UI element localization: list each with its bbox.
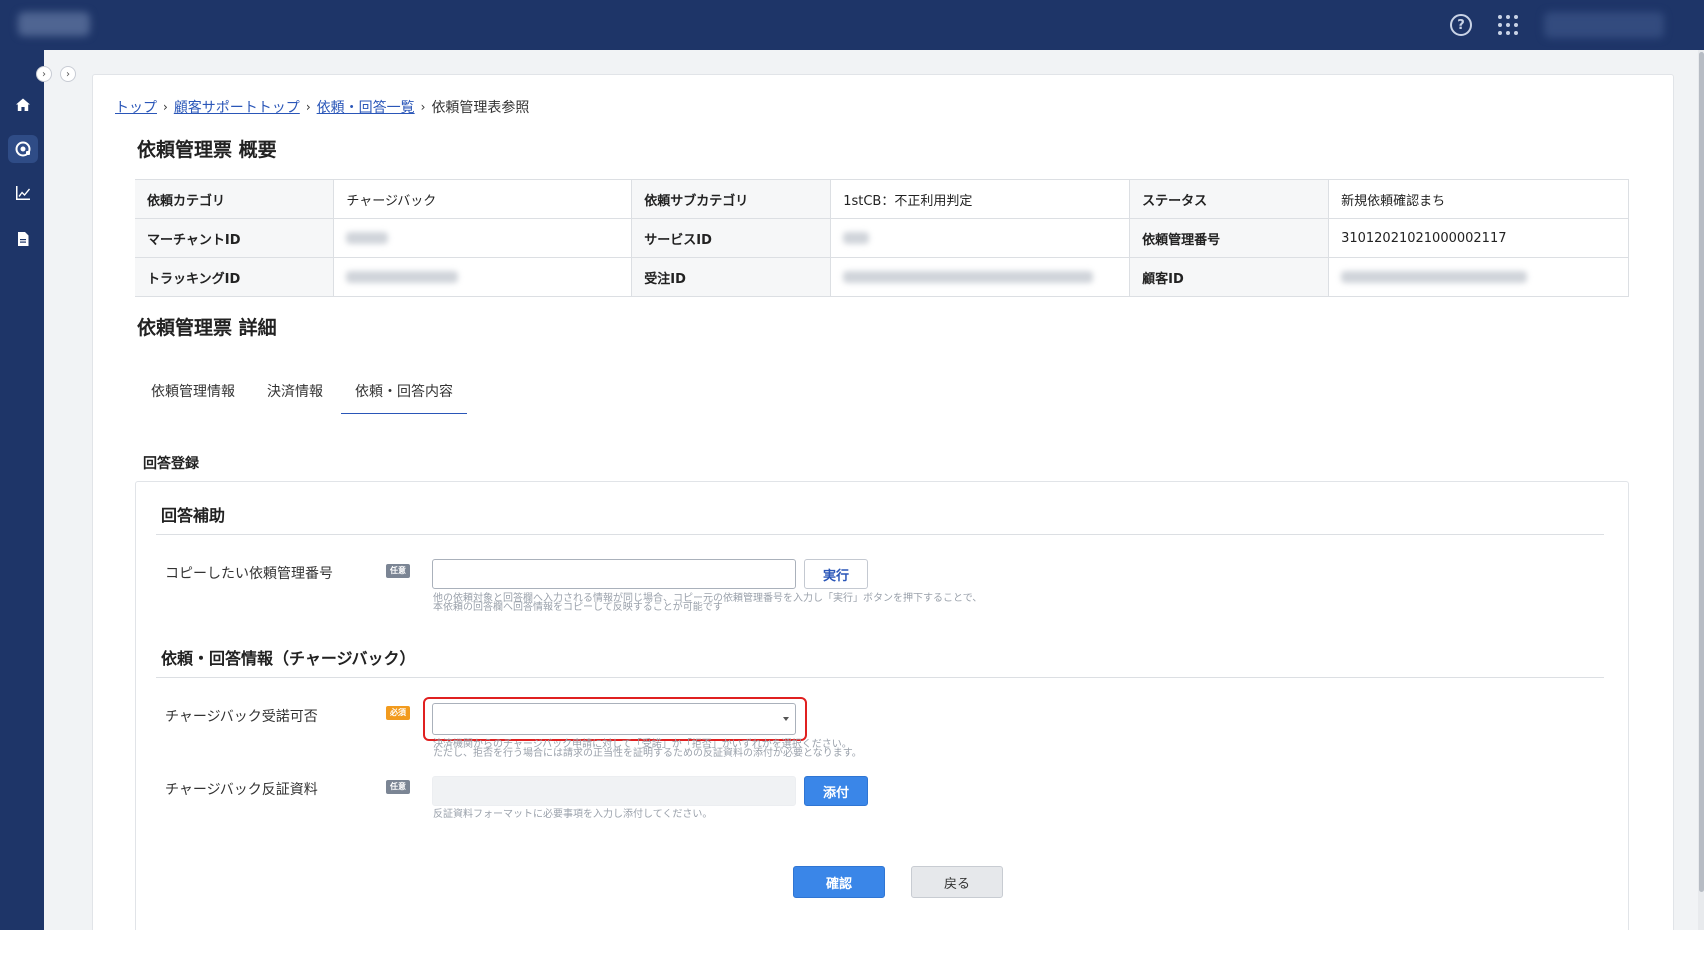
divider <box>156 534 1604 535</box>
label-status: ステータス <box>1129 179 1329 219</box>
value-request-number: 31012021021000002117 <box>1328 218 1629 258</box>
tab-request-info[interactable]: 依頼管理情報 <box>137 371 249 414</box>
accept-help-text-line2: ただし、拒否を行う場合には請求の正当性を証明するための反証資料の添付が必要となり… <box>433 748 862 759</box>
label-request-number: 依頼管理番号 <box>1129 218 1329 258</box>
answer-registration-title: 回答登録 <box>143 456 199 472</box>
chargeback-evidence-label: チャージバック反証資料 <box>165 782 318 798</box>
copy-request-number-input[interactable] <box>432 559 796 589</box>
evidence-help-text: 反証資料フォーマットに必要事項を入力し添付してください。 <box>433 809 713 820</box>
detail-title: 依頼管理票 詳細 <box>137 317 277 339</box>
table-row: マーチャントID サービスID 依頼管理番号 31012021021000002… <box>135 218 1629 258</box>
breadcrumb-link-request-list[interactable]: 依頼・回答一覧 <box>317 97 415 117</box>
detail-tabs: 依頼管理情報 決済情報 依頼・回答内容 <box>137 371 471 414</box>
execute-button[interactable]: 実行 <box>804 559 868 589</box>
value-tracking-id <box>333 257 633 297</box>
sidebar-expand-button[interactable]: › <box>36 66 52 82</box>
copy-help-text-line2: 本依頼の回答欄へ回答情報をコピーして反映することが可能です <box>433 602 723 613</box>
value-order-id <box>830 257 1131 297</box>
optional-badge: 任意 <box>386 564 410 578</box>
label-customer-id: 顧客ID <box>1129 257 1329 297</box>
redacted-value <box>1341 271 1528 283</box>
scrollbar-thumb[interactable] <box>1699 52 1704 892</box>
chart-icon <box>16 186 30 200</box>
top-icons: ? <box>1450 0 1664 50</box>
sidebar-item-analytics[interactable] <box>8 179 38 207</box>
confirm-button[interactable]: 確認 <box>793 866 885 898</box>
label-request-category: 依頼カテゴリ <box>135 179 334 219</box>
caret-down-icon <box>783 717 789 721</box>
table-row: 依頼カテゴリ チャージバック 依頼サブカテゴリ 1stCB：不正利用判定 ステー… <box>135 179 1629 219</box>
label-merchant-id: マーチャントID <box>135 218 334 258</box>
summary-title: 依頼管理票 概要 <box>137 139 277 161</box>
chevron-right-icon: › <box>420 100 426 114</box>
request-answer-info-title: 依頼・回答情報（チャージバック） <box>161 649 416 668</box>
value-request-subcategory: 1stCB：不正利用判定 <box>830 179 1131 219</box>
value-request-category: チャージバック <box>333 179 633 219</box>
optional-badge: 任意 <box>386 780 410 794</box>
breadcrumb-link-support-top[interactable]: 顧客サポートトップ <box>174 97 300 117</box>
label-order-id: 受注ID <box>631 257 831 297</box>
table-row: トラッキングID 受注ID 顧客ID <box>135 257 1629 297</box>
value-status: 新規依頼確認まち <box>1328 179 1629 219</box>
user-menu[interactable] <box>1544 12 1664 38</box>
chevron-right-icon: › <box>66 68 70 80</box>
value-customer-id <box>1328 257 1629 297</box>
apps-grid-icon[interactable] <box>1498 15 1518 35</box>
answer-form-panel: 回答補助 コピーしたい依頼管理番号 任意 実行 他の依頼対象と回答欄へ入力される… <box>135 481 1629 930</box>
app-window: ? › › トップ › 顧客サポートトップ › 依頼・回答一覧 › 依頼管理表参… <box>0 0 1704 930</box>
panel-expand-button[interactable]: › <box>60 66 76 82</box>
sidebar-item-documents[interactable] <box>8 225 38 253</box>
redacted-value <box>346 232 389 244</box>
label-tracking-id: トラッキングID <box>135 257 334 297</box>
redacted-value <box>843 271 1094 283</box>
top-bar: ? <box>0 0 1704 50</box>
label-request-subcategory: 依頼サブカテゴリ <box>631 179 831 219</box>
breadcrumb: トップ › 顧客サポートトップ › 依頼・回答一覧 › 依頼管理表参照 <box>115 97 529 117</box>
chevron-right-icon: › <box>42 68 46 80</box>
document-icon <box>18 232 29 246</box>
chevron-right-icon: › <box>163 100 168 114</box>
chargeback-accept-label: チャージバック受諾可否 <box>165 709 318 725</box>
main-card: トップ › 顧客サポートトップ › 依頼・回答一覧 › 依頼管理表参照 依頼管理… <box>92 74 1674 930</box>
redacted-value <box>346 271 459 283</box>
back-button[interactable]: 戻る <box>911 866 1003 898</box>
redacted-value <box>843 232 870 244</box>
support-icon <box>15 141 31 157</box>
help-circle-icon[interactable]: ? <box>1450 14 1472 36</box>
breadcrumb-current: 依頼管理表参照 <box>431 100 530 116</box>
divider <box>156 677 1604 678</box>
copy-request-number-label: コピーしたい依頼管理番号 <box>165 566 333 582</box>
chevron-right-icon: › <box>305 100 311 114</box>
evidence-file-field <box>432 776 796 806</box>
chargeback-accept-select[interactable] <box>432 703 796 735</box>
attach-button[interactable]: 添付 <box>804 776 868 806</box>
answer-assist-title: 回答補助 <box>161 506 226 525</box>
sidebar <box>0 50 44 930</box>
tab-payment-info[interactable]: 決済情報 <box>253 371 337 414</box>
brand-logo[interactable] <box>18 12 90 36</box>
sidebar-item-support[interactable] <box>8 135 38 163</box>
value-merchant-id <box>333 218 633 258</box>
label-service-id: サービスID <box>631 218 831 258</box>
breadcrumb-link-top[interactable]: トップ <box>115 97 157 117</box>
home-icon <box>16 98 30 111</box>
value-service-id <box>830 218 1131 258</box>
required-badge: 必須 <box>386 706 410 720</box>
summary-table: 依頼カテゴリ チャージバック 依頼サブカテゴリ 1stCB：不正利用判定 ステー… <box>135 179 1629 297</box>
tab-request-answer[interactable]: 依頼・回答内容 <box>341 371 467 414</box>
sidebar-item-home[interactable] <box>8 91 38 119</box>
